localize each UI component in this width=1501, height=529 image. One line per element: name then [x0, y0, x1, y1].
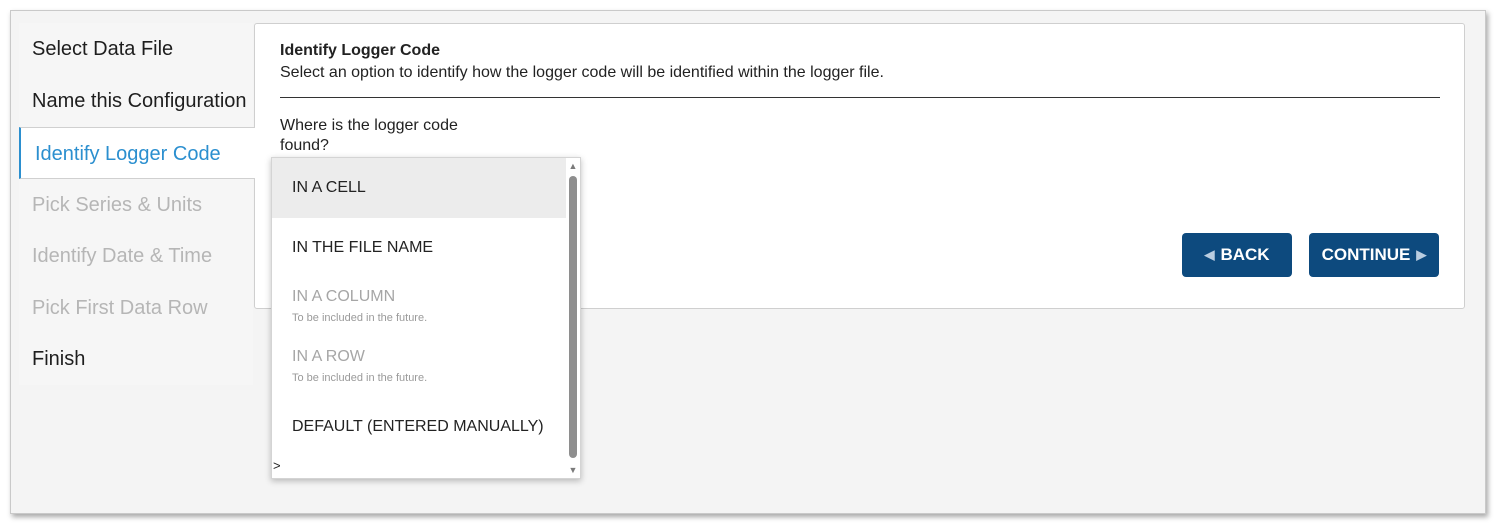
continue-button-label: CONTINUE — [1321, 245, 1411, 264]
panel-title: Identify Logger Code — [280, 42, 440, 59]
option-default-entered-manually[interactable]: DEFAULT (ENTERED MANUALLY) — [272, 398, 566, 458]
option-in-the-file-name[interactable]: IN THE FILE NAME — [272, 218, 566, 278]
panel-subtitle: Select an option to identify how the log… — [280, 64, 884, 81]
step-identify-date-time: Identify Date & Time — [32, 245, 213, 267]
scrollbar-thumb[interactable] — [569, 176, 577, 458]
step-pick-first-data-row: Pick First Data Row — [32, 297, 208, 319]
divider — [280, 97, 1440, 98]
option-in-a-column: IN A COLUMN To be included in the future… — [272, 278, 566, 338]
logger-code-location-dropdown[interactable]: IN A CELL IN THE FILE NAME IN A COLUMN T… — [271, 157, 581, 479]
wizard-steps-sidebar: Select Data File Name this Configuration… — [19, 23, 255, 385]
option-in-a-cell[interactable]: IN A CELL — [272, 158, 566, 218]
step-name-configuration[interactable]: Name this Configuration — [19, 75, 253, 127]
option-label: DEFAULT (ENTERED MANUALLY) — [292, 418, 544, 435]
logger-code-location-label: Where is the logger code found? — [280, 117, 458, 154]
dropdown-scrollbar[interactable]: ▲ ▼ — [566, 158, 580, 478]
option-label: IN A CELL — [292, 179, 366, 196]
step-select-data-file[interactable]: Select Data File — [19, 23, 253, 75]
option-label: IN A ROW — [292, 348, 365, 365]
triangle-left-icon: ◀ — [1204, 247, 1215, 262]
dropdown-tail-text: > — [273, 458, 281, 473]
step-pick-series-units: Pick Series & Units — [32, 194, 203, 216]
scroll-up-arrow-icon[interactable]: ▲ — [568, 161, 578, 171]
step-finish[interactable]: Finish — [19, 333, 253, 385]
back-button-label: BACK — [1220, 245, 1270, 264]
wizard-window: Select Data File Name this Configuration… — [10, 10, 1486, 514]
triangle-right-icon: ▶ — [1416, 247, 1427, 262]
option-hint: To be included in the future. — [292, 312, 428, 324]
option-label: IN THE FILE NAME — [292, 239, 434, 256]
scroll-down-arrow-icon[interactable]: ▼ — [568, 465, 578, 475]
step-identify-logger-code[interactable]: Identify Logger Code — [19, 127, 255, 179]
continue-button[interactable]: CONTINUE ▶ — [1309, 233, 1439, 277]
option-label: IN A COLUMN — [292, 288, 396, 305]
option-hint: To be included in the future. — [292, 372, 428, 384]
option-in-a-row: IN A ROW To be included in the future. — [272, 338, 566, 398]
back-button[interactable]: ◀ BACK — [1182, 233, 1292, 277]
